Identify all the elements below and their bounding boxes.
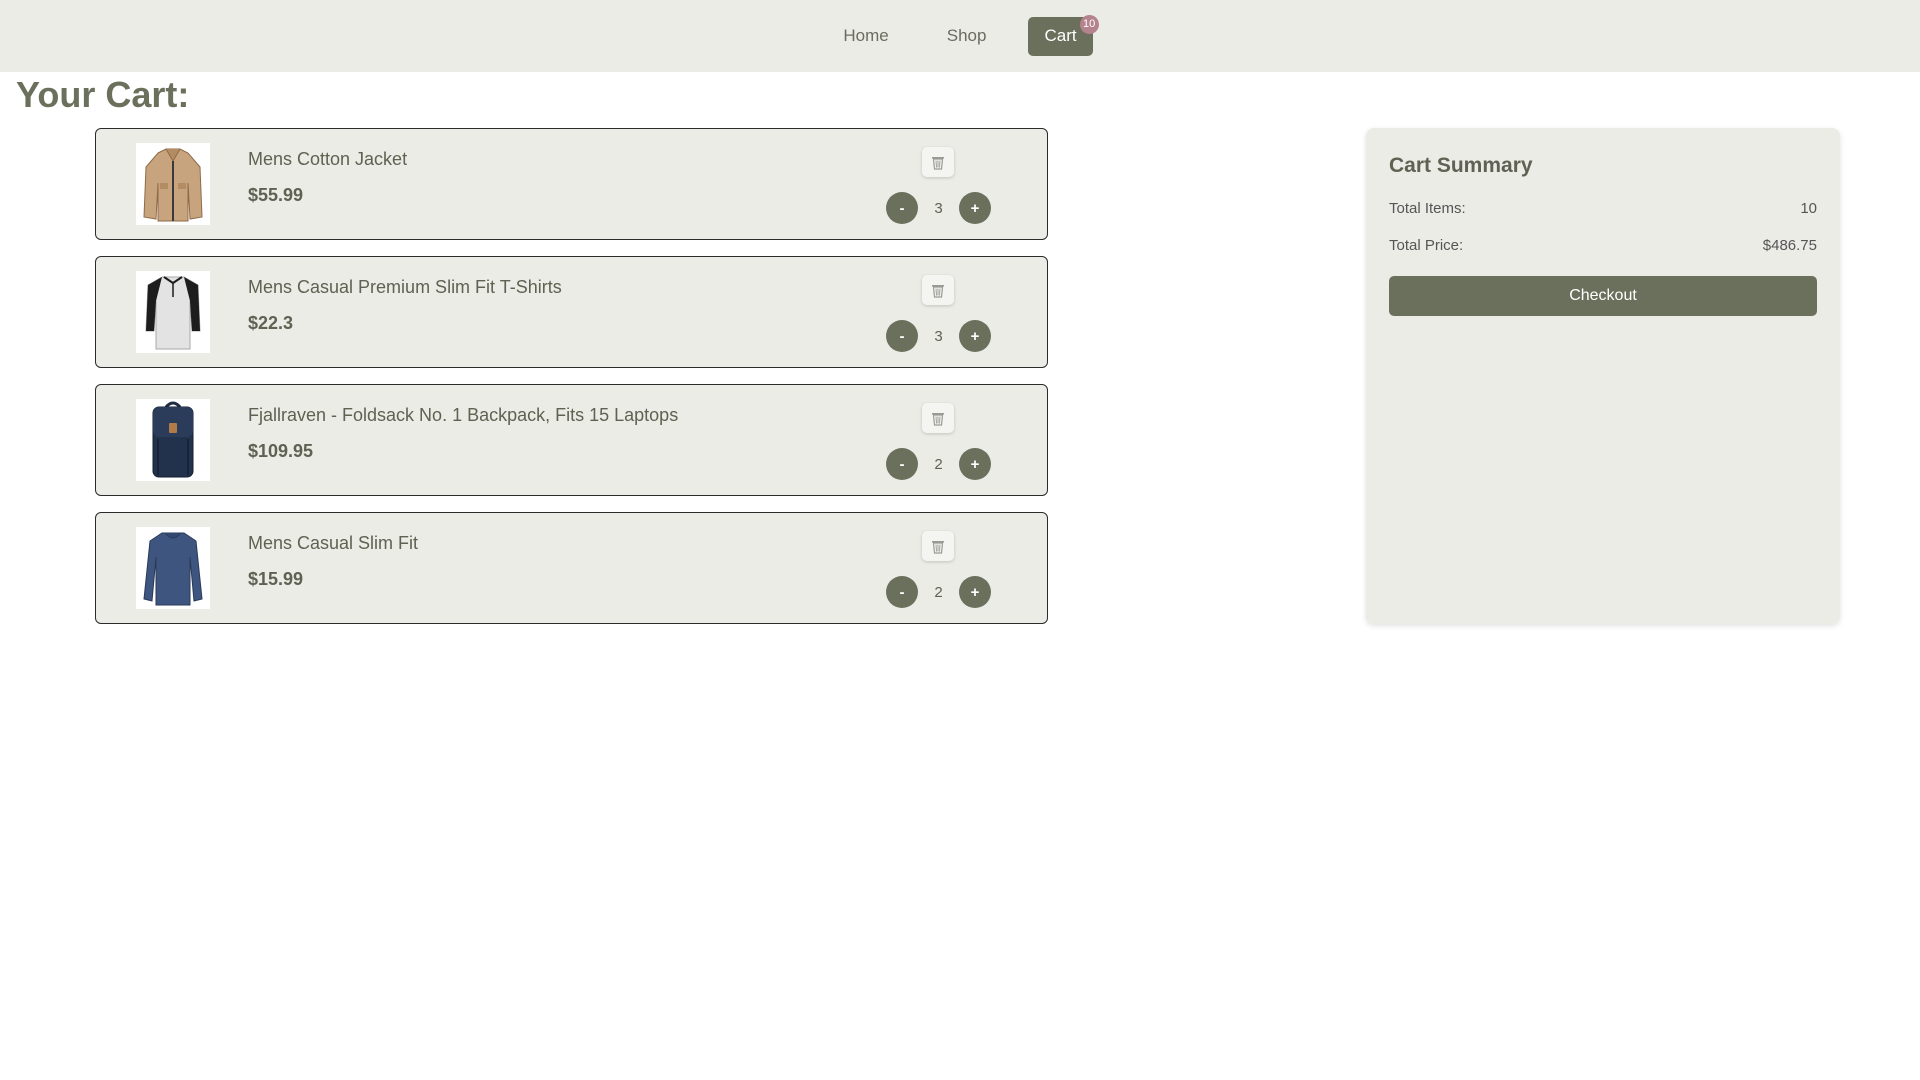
delete-item-button[interactable] [922, 275, 954, 305]
trash-icon [932, 413, 944, 426]
quantity-value: 3 [934, 327, 943, 345]
trash-icon [932, 285, 944, 298]
cart-item: Fjallraven - Foldsack No. 1 Backpack, Fi… [95, 384, 1048, 496]
decrease-quantity-button[interactable]: - [886, 192, 918, 224]
quantity-value: 2 [934, 583, 943, 601]
total-items-label: Total Items: [1389, 200, 1466, 217]
increase-quantity-button[interactable]: + [959, 192, 991, 224]
longsleeve-icon [136, 527, 210, 609]
decrease-quantity-button[interactable]: - [886, 320, 918, 352]
jacket-icon [136, 143, 210, 225]
quantity-stepper: - 3 + [886, 320, 991, 352]
delete-item-button[interactable] [922, 147, 954, 177]
total-items-row: Total Items: 10 [1389, 200, 1817, 217]
trash-icon [932, 541, 944, 554]
summary-title: Cart Summary [1389, 154, 1533, 177]
quantity-stepper: - 2 + [886, 448, 991, 480]
backpack-icon [136, 399, 210, 481]
cart-summary-panel: Cart Summary Total Items: 10 Total Price… [1366, 128, 1840, 624]
quantity-stepper: - 3 + [886, 192, 991, 224]
item-name: Fjallraven - Foldsack No. 1 Backpack, Fi… [248, 405, 679, 425]
item-name: Mens Casual Premium Slim Fit T-Shirts [248, 277, 562, 297]
nav-cart-label: Cart [1044, 26, 1077, 45]
delete-item-button[interactable] [922, 531, 954, 561]
cart-item: Mens Casual Slim Fit $15.99 - 2 + [95, 512, 1048, 624]
item-price: $109.95 [248, 441, 314, 461]
checkout-button[interactable]: Checkout [1389, 276, 1817, 316]
nav-home-link[interactable]: Home [827, 16, 904, 56]
cart-list: Mens Cotton Jacket $55.99 - 3 + Mens Cas… [95, 128, 1048, 640]
cart-count-badge: 10 [1079, 14, 1099, 34]
total-items-value: 10 [1800, 200, 1817, 217]
item-price: $22.3 [248, 313, 294, 333]
shirt-icon [136, 271, 210, 353]
increase-quantity-button[interactable]: + [959, 576, 991, 608]
item-name: Mens Casual Slim Fit [248, 533, 419, 553]
cart-item: Mens Cotton Jacket $55.99 - 3 + [95, 128, 1048, 240]
total-price-row: Total Price: $486.75 [1389, 237, 1817, 254]
item-price: $15.99 [248, 569, 304, 589]
decrease-quantity-button[interactable]: - [886, 576, 918, 608]
delete-item-button[interactable] [922, 403, 954, 433]
increase-quantity-button[interactable]: + [959, 320, 991, 352]
top-navbar: Home Shop Cart 10 [0, 0, 1920, 72]
quantity-value: 2 [934, 455, 943, 473]
increase-quantity-button[interactable]: + [959, 448, 991, 480]
quantity-stepper: - 2 + [886, 576, 991, 608]
quantity-value: 3 [934, 199, 943, 217]
item-name: Mens Cotton Jacket [248, 149, 408, 169]
nav-shop-link[interactable]: Shop [931, 16, 1003, 56]
decrease-quantity-button[interactable]: - [886, 448, 918, 480]
total-price-label: Total Price: [1389, 237, 1464, 254]
nav-cart-link[interactable]: Cart 10 [1028, 14, 1099, 56]
item-price: $55.99 [248, 185, 304, 205]
total-price-value: $486.75 [1762, 237, 1817, 254]
page-title: Your Cart: [16, 74, 190, 115]
cart-item: Mens Casual Premium Slim Fit T-Shirts $2… [95, 256, 1048, 368]
trash-icon [932, 157, 944, 170]
